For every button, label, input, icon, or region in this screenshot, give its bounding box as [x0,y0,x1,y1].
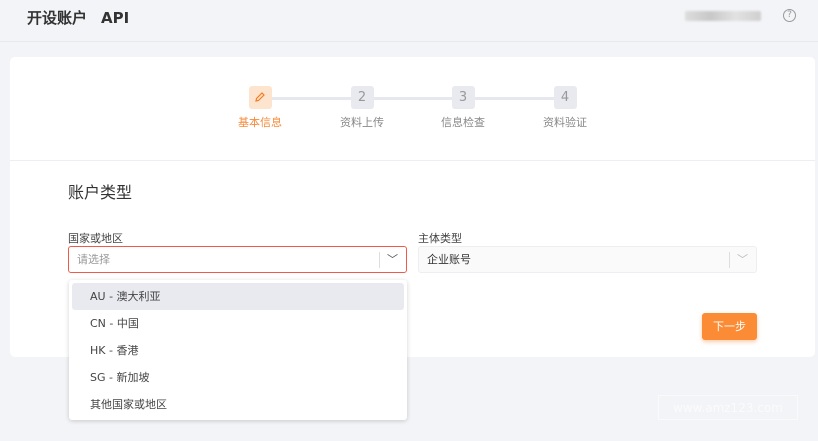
api-link[interactable]: API [101,9,129,27]
step-number: 4 [553,86,577,109]
watermark: www.amz123.com [658,395,798,420]
step-label: 信息检查 [441,116,485,129]
separator [729,252,730,268]
chevron-down-icon[interactable]: ﹀ [387,247,398,272]
title-text: 开设账户 [27,9,88,27]
country-dropdown: AU - 澳大利亚 CN - 中国 HK - 香港 SG - 新加坡 其他国家或… [69,280,407,420]
step-number: 2 [350,86,374,109]
step-upload: 2 资料上传 [332,86,392,130]
next-button[interactable]: 下一步 [702,313,757,340]
step-label: 资料上传 [340,116,384,129]
option-cn[interactable]: CN - 中国 [72,310,404,337]
divider [10,160,815,161]
entity-value: 企业账号 [427,253,471,266]
step-basic-info: 基本信息 [230,86,290,130]
help-icon[interactable]: ? [783,9,796,22]
entity-select[interactable]: 企业账号 ﹀ [418,246,757,273]
step-number: 3 [451,86,475,109]
entity-label: 主体类型 [418,232,462,245]
header: 开设账户 API ? [0,0,818,42]
option-hk[interactable]: HK - 香港 [72,337,404,364]
page-title: 开设账户 API [27,7,143,28]
step-verify: 4 资料验证 [535,86,595,130]
stepper: 基本信息 2 资料上传 3 信息检查 4 资料验证 [10,86,815,136]
user-name-blurred[interactable] [685,11,761,21]
step-check: 3 信息检查 [433,86,493,130]
stepper-line [270,97,570,100]
step-label: 基本信息 [238,116,282,129]
country-placeholder: 请选择 [77,253,110,266]
option-sg[interactable]: SG - 新加坡 [72,364,404,391]
section-title: 账户类型 [68,183,133,202]
chevron-down-icon[interactable]: ﹀ [737,247,748,272]
pencil-icon [248,86,272,109]
option-other[interactable]: 其他国家或地区 [72,391,404,418]
country-label: 国家或地区 [68,232,123,245]
separator [379,252,380,268]
country-select[interactable]: 请选择 ﹀ [68,246,407,273]
option-au[interactable]: AU - 澳大利亚 [72,283,404,310]
step-label: 资料验证 [543,116,587,129]
